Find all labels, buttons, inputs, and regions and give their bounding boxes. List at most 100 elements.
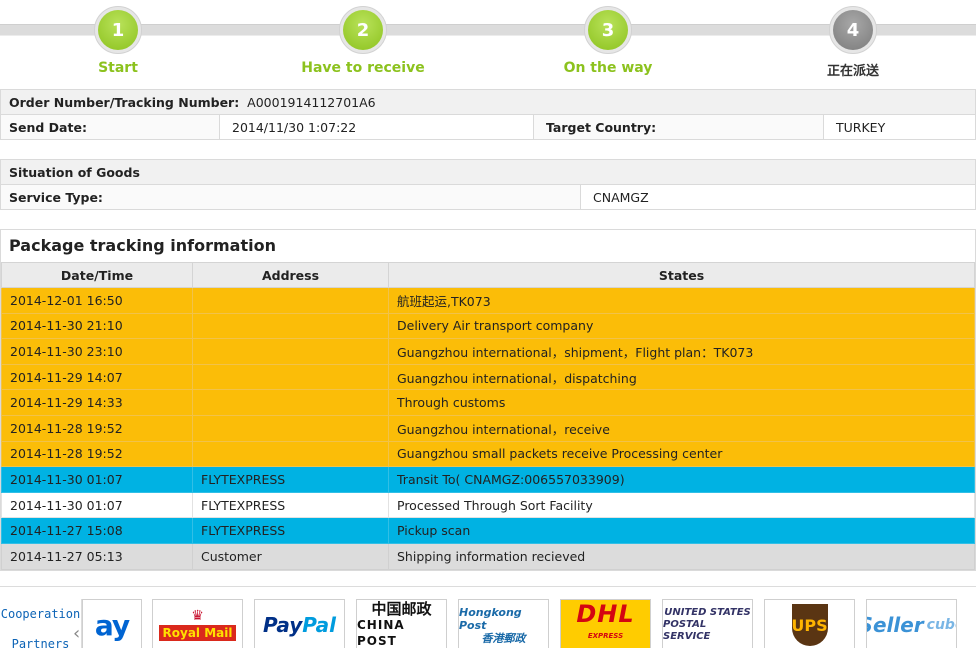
step-circle: 3 [584, 6, 632, 54]
row-address: FLYTEXPRESS [192, 491, 389, 519]
royal-mail-logo[interactable]: ♛ Royal Mail [152, 599, 243, 648]
send-date-value: 2014/11/30 1:07:22 [219, 114, 534, 140]
order-info-table: Order Number/Tracking Number: A000191411… [0, 89, 976, 140]
china-post-logo[interactable]: 中国邮政 CHINA POST [356, 599, 447, 648]
step-on-the-way: 3 On the way [528, 6, 688, 76]
row-address [192, 338, 389, 365]
row-date: 2014-11-30 01:07 [1, 466, 193, 493]
tracking-row: 2014-11-30 21:10 Delivery Air transport c… [1, 312, 975, 340]
row-address [192, 440, 389, 468]
row-date: 2014-11-27 05:13 [1, 542, 193, 570]
tracking-title: Package tracking information [9, 236, 276, 255]
row-date: 2014-11-30 23:10 [1, 338, 193, 365]
target-country-label: Target Country: [533, 114, 824, 140]
tracking-row: 2014-11-29 14:07 Guangzhou international，… [1, 363, 975, 391]
tracking-row: 2014-11-27 05:13 Customer Shipping informa… [1, 542, 975, 570]
tracking-row: 2014-11-30 01:07 FLYTEXPRESS Transit To( C… [1, 466, 975, 493]
tracking-row: 2014-11-30 01:07 FLYTEXPRESS Processed Thr… [1, 491, 975, 519]
row-state: Pickup scan [388, 517, 975, 544]
row-address [192, 389, 389, 416]
hongkong-post-cn-text: 香港郵政 [481, 631, 526, 645]
row-state: 航班起运,TK073 [388, 287, 975, 314]
usps-text-1: UNITED STATES [664, 607, 751, 618]
tracking-row: 2014-12-01 16:50 航班起运,TK073 [1, 287, 975, 314]
ups-shield-icon: UPS [791, 604, 828, 646]
row-address [192, 414, 389, 442]
hongkong-post-logo[interactable]: Hongkong Post 香港郵政 [458, 599, 549, 648]
order-number-row: Order Number/Tracking Number: A000191411… [0, 89, 976, 115]
row-address [192, 312, 389, 340]
tracking-section: Package tracking information Date/Time A… [0, 229, 976, 571]
tracking-row: 2014-11-28 19:52 Guangzhou international，… [1, 414, 975, 442]
crown-icon: ♛ [191, 608, 204, 624]
header-address: Address [192, 262, 389, 288]
step-number: 4 [833, 10, 873, 50]
order-number-label: Order Number/Tracking Number: [9, 94, 240, 110]
dhl-text: DHL [576, 600, 635, 628]
row-address: Customer [192, 542, 389, 570]
row-state: Guangzhou small packets receive Processi… [388, 440, 975, 468]
seller-text: Seller [867, 613, 924, 637]
row-state: Guangzhou international，dispatching [388, 363, 975, 391]
row-date: 2014-11-30 01:07 [1, 491, 193, 519]
row-address: FLYTEXPRESS [192, 517, 389, 544]
step-circle: 2 [339, 6, 387, 54]
row-address: FLYTEXPRESS [192, 466, 389, 493]
step-delivering: 4 正在派送 [773, 6, 933, 79]
step-start: 1 Start [38, 6, 198, 76]
service-type-label: Service Type: [0, 184, 581, 210]
dhl-logo[interactable]: DHL EXPRESS [560, 599, 651, 648]
partners-text: Partners [11, 637, 70, 648]
row-state: Guangzhou international，shipment，Flight … [388, 338, 975, 365]
partners-strip: Cooperation Partners ‹ ay ♛ Royal Mail P… [0, 586, 976, 648]
target-country-value: TURKEY [823, 114, 976, 140]
tracking-row: 2014-11-29 14:33 Through customs [1, 389, 975, 416]
step-have-to-receive: 2 Have to receive [283, 6, 443, 76]
situation-of-goods-label: Situation of Goods [0, 159, 976, 185]
seller-cube-logo[interactable]: Sellercube [866, 599, 957, 648]
progress-steps: 1 Start 2 Have to receive 3 On the way 4… [0, 0, 976, 84]
order-number-value: A0001914112701A6 [247, 94, 376, 110]
row-state: Shipping information recieved [388, 542, 975, 570]
scroll-left-icon[interactable]: ‹ [73, 623, 80, 644]
usps-logo[interactable]: UNITED STATES POSTAL SERVICE [662, 599, 753, 648]
ups-text: UPS [791, 615, 828, 635]
hongkong-post-en-text: Hongkong Post [459, 605, 522, 632]
step-label: Start [98, 60, 138, 76]
row-state: Transit To( CNAMGZ:006557033909) [388, 466, 975, 493]
row-date: 2014-11-29 14:07 [1, 363, 193, 391]
row-date: 2014-11-30 21:10 [1, 312, 193, 340]
goods-info-table: Situation of Goods Service Type: CNAMGZ [0, 159, 976, 210]
row-date: 2014-11-27 15:08 [1, 517, 193, 544]
paypal-logo[interactable]: Pay Pal [254, 599, 345, 648]
china-post-cn-text: 中国邮政 [371, 600, 432, 618]
row-date: 2014-11-29 14:33 [1, 389, 193, 416]
header-date-time: Date/Time [1, 262, 193, 288]
ebay-logo-text: ay [94, 608, 130, 642]
step-number: 1 [98, 10, 138, 50]
row-address [192, 363, 389, 391]
step-circle: 4 [829, 6, 877, 54]
cube-text: cube [926, 617, 956, 633]
service-type-value: CNAMGZ [580, 184, 976, 210]
step-number: 2 [343, 10, 383, 50]
send-date-label: Send Date: [0, 114, 220, 140]
tracking-table: Date/Time Address States 2014-12-01 16:5… [1, 262, 975, 570]
step-label: On the way [563, 60, 653, 76]
row-state: Delivery Air transport company [388, 312, 975, 340]
step-circle: 1 [94, 6, 142, 54]
tracking-row: 2014-11-28 19:52 Guangzhou small packets … [1, 440, 975, 468]
row-state: Through customs [388, 389, 975, 416]
step-label: Have to receive [301, 60, 425, 76]
ebay-logo[interactable]: ay [82, 599, 142, 648]
row-date: 2014-11-28 19:52 [1, 414, 193, 442]
row-date: 2014-12-01 16:50 [1, 287, 193, 314]
cooperation-text: Cooperation [0, 607, 81, 621]
paypal-text-pal: Pal [302, 613, 337, 637]
ups-logo[interactable]: UPS [764, 599, 855, 648]
tracking-row: 2014-11-30 23:10 Guangzhou international，… [1, 338, 975, 365]
royal-mail-text: Royal Mail [158, 625, 237, 641]
tracking-row: 2014-11-27 15:08 FLYTEXPRESS Pickup scan [1, 517, 975, 544]
header-states: States [388, 262, 975, 288]
usps-text-2: POSTAL SERVICE [663, 619, 711, 642]
